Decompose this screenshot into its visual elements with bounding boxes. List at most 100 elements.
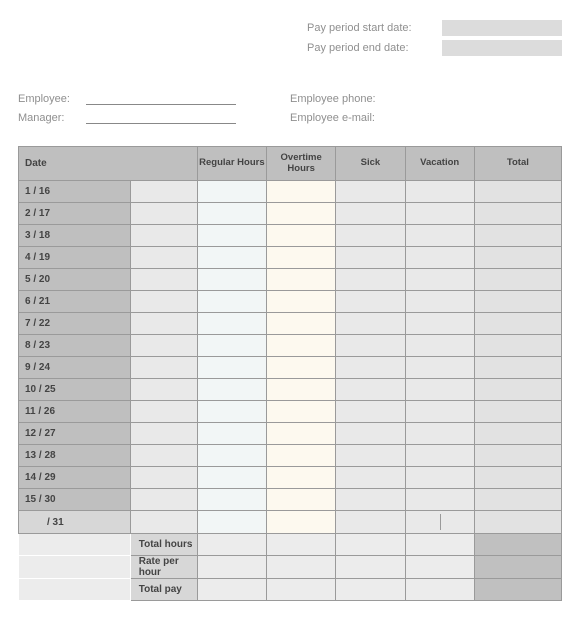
cell-sick[interactable] — [336, 467, 405, 489]
cell-sick[interactable] — [336, 269, 405, 291]
cell-blank[interactable] — [130, 401, 197, 423]
cell-vacation[interactable] — [405, 181, 474, 203]
cell-regular[interactable] — [197, 401, 266, 423]
cell-sick[interactable] — [336, 291, 405, 313]
cell-regular[interactable] — [197, 335, 266, 357]
cell-overtime[interactable] — [267, 401, 336, 423]
cell-overtime[interactable] — [267, 467, 336, 489]
cell-blank[interactable] — [130, 445, 197, 467]
summary-overtime[interactable] — [267, 534, 336, 556]
cell-blank[interactable] — [130, 357, 197, 379]
cell-vacation[interactable] — [405, 423, 474, 445]
cell-vacation[interactable] — [405, 379, 474, 401]
cell-vacation[interactable] — [405, 291, 474, 313]
cell-vacation[interactable] — [405, 401, 474, 423]
pay-start-field[interactable] — [442, 20, 562, 36]
cell-sick[interactable] — [336, 247, 405, 269]
summary-overtime[interactable] — [267, 556, 336, 579]
cell-vacation[interactable] — [405, 335, 474, 357]
cell-regular[interactable] — [197, 379, 266, 401]
cell-sick[interactable] — [336, 313, 405, 335]
cell-vacation[interactable] — [405, 511, 474, 534]
cell-regular[interactable] — [197, 445, 266, 467]
cell-overtime[interactable] — [267, 313, 336, 335]
employee-field[interactable] — [86, 90, 236, 105]
summary-regular[interactable] — [197, 579, 266, 601]
summary-overtime[interactable] — [267, 579, 336, 601]
cell-overtime[interactable] — [267, 423, 336, 445]
cell-sick[interactable] — [336, 423, 405, 445]
cell-overtime[interactable] — [267, 247, 336, 269]
cell-sick[interactable] — [336, 511, 405, 534]
email-field[interactable] — [398, 110, 548, 124]
cell-overtime[interactable] — [267, 225, 336, 247]
cell-regular[interactable] — [197, 181, 266, 203]
summary-vacation[interactable] — [405, 556, 474, 579]
cell-regular[interactable] — [197, 313, 266, 335]
summary-vacation[interactable] — [405, 534, 474, 556]
cell-blank[interactable] — [130, 335, 197, 357]
cell-blank[interactable] — [130, 181, 197, 203]
cell-sick[interactable] — [336, 357, 405, 379]
cell-vacation[interactable] — [405, 203, 474, 225]
cell-sick[interactable] — [336, 489, 405, 511]
cell-sick[interactable] — [336, 225, 405, 247]
summary-sick[interactable] — [336, 579, 405, 601]
manager-field[interactable] — [86, 109, 236, 124]
cell-overtime[interactable] — [267, 445, 336, 467]
cell-sick[interactable] — [336, 203, 405, 225]
cell-overtime[interactable] — [267, 357, 336, 379]
cell-regular[interactable] — [197, 423, 266, 445]
summary-regular[interactable] — [197, 556, 266, 579]
cell-blank[interactable] — [130, 247, 197, 269]
cell-sick[interactable] — [336, 335, 405, 357]
cell-blank[interactable] — [130, 511, 197, 534]
cell-date: 9 / 24 — [19, 357, 131, 379]
cell-blank[interactable] — [130, 489, 197, 511]
cell-regular[interactable] — [197, 291, 266, 313]
cell-overtime[interactable] — [267, 181, 336, 203]
summary-sick[interactable] — [336, 556, 405, 579]
cell-regular[interactable] — [197, 511, 266, 534]
cell-regular[interactable] — [197, 203, 266, 225]
cell-vacation[interactable] — [405, 247, 474, 269]
cell-blank[interactable] — [130, 225, 197, 247]
cell-blank[interactable] — [130, 379, 197, 401]
pay-end-field[interactable] — [442, 40, 562, 56]
cell-regular[interactable] — [197, 489, 266, 511]
cell-sick[interactable] — [336, 401, 405, 423]
cell-blank[interactable] — [130, 269, 197, 291]
cell-vacation[interactable] — [405, 467, 474, 489]
cell-sick[interactable] — [336, 445, 405, 467]
cell-overtime[interactable] — [267, 291, 336, 313]
cell-overtime[interactable] — [267, 269, 336, 291]
cell-vacation[interactable] — [405, 313, 474, 335]
phone-field[interactable] — [398, 91, 548, 105]
cell-vacation[interactable] — [405, 357, 474, 379]
cell-blank[interactable] — [130, 423, 197, 445]
cell-regular[interactable] — [197, 225, 266, 247]
cell-regular[interactable] — [197, 467, 266, 489]
cell-regular[interactable] — [197, 247, 266, 269]
cell-blank[interactable] — [130, 203, 197, 225]
cell-overtime[interactable] — [267, 335, 336, 357]
cell-blank[interactable] — [130, 291, 197, 313]
cell-regular[interactable] — [197, 269, 266, 291]
cell-overtime[interactable] — [267, 379, 336, 401]
cell-date: 1 / 16 — [19, 181, 131, 203]
cell-vacation[interactable] — [405, 489, 474, 511]
cell-regular[interactable] — [197, 357, 266, 379]
cell-overtime[interactable] — [267, 511, 336, 534]
cell-blank[interactable] — [130, 313, 197, 335]
cell-vacation[interactable] — [405, 445, 474, 467]
summary-sick[interactable] — [336, 534, 405, 556]
cell-overtime[interactable] — [267, 489, 336, 511]
cell-vacation[interactable] — [405, 269, 474, 291]
summary-regular[interactable] — [197, 534, 266, 556]
summary-vacation[interactable] — [405, 579, 474, 601]
cell-overtime[interactable] — [267, 203, 336, 225]
cell-sick[interactable] — [336, 379, 405, 401]
cell-blank[interactable] — [130, 467, 197, 489]
cell-sick[interactable] — [336, 181, 405, 203]
cell-vacation[interactable] — [405, 225, 474, 247]
